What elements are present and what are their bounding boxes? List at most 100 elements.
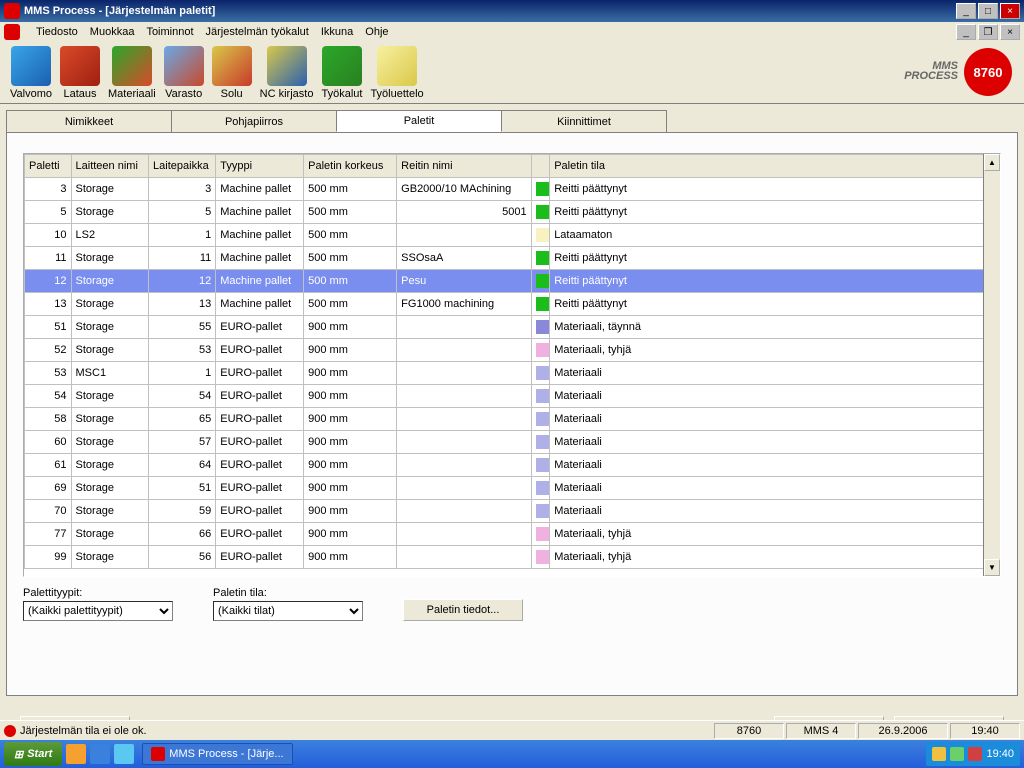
table-cell: 77 (25, 523, 72, 546)
toolbar-lataus[interactable]: Lataus (60, 46, 100, 100)
mdi-minimize-button[interactable]: _ (956, 24, 976, 40)
tab-nimikkeet[interactable]: Nimikkeet (6, 110, 172, 132)
table-row[interactable]: 70Storage59EURO-pallet900 mmMateriaali (25, 500, 1000, 523)
toolbar-valvomo[interactable]: Valvomo (10, 46, 52, 100)
scroll-up-button[interactable]: ▲ (984, 154, 1000, 171)
toolbar-varasto[interactable]: Varasto (164, 46, 204, 100)
taskbar-app-button[interactable]: MMS Process - [Järje... (142, 743, 292, 765)
column-header[interactable]: Tyyppi (216, 155, 304, 178)
table-cell: 5 (149, 201, 216, 224)
table-row[interactable]: 11Storage11Machine pallet500 mmSSOsaARei… (25, 247, 1000, 270)
table-cell: Storage (71, 523, 149, 546)
table-cell (397, 477, 531, 500)
table-row[interactable]: 13Storage13Machine pallet500 mmFG1000 ma… (25, 293, 1000, 316)
quicklaunch-icon[interactable] (114, 744, 134, 764)
menu-window[interactable]: Ikkuna (321, 26, 353, 38)
table-cell: 99 (25, 546, 72, 569)
table-row[interactable]: 54Storage54EURO-pallet900 mmMateriaali (25, 385, 1000, 408)
table-cell: 53 (25, 362, 72, 385)
table-cell: Materiaali (550, 385, 1000, 408)
table-row[interactable]: 61Storage64EURO-pallet900 mmMateriaali (25, 454, 1000, 477)
tray-icon[interactable] (950, 747, 964, 761)
toolbar-nc kirjasto[interactable]: NC kirjasto (260, 46, 314, 100)
toolbar-icon (377, 46, 417, 86)
toolbar-työkalut[interactable]: Työkalut (321, 46, 362, 100)
mdi-close-button[interactable]: × (1000, 24, 1020, 40)
table-cell: 900 mm (304, 523, 397, 546)
table-cell: 51 (25, 316, 72, 339)
toolbar-label: Työluettelo (370, 88, 423, 100)
table-row[interactable]: 53MSC11EURO-pallet900 mmMateriaali (25, 362, 1000, 385)
table-cell: 900 mm (304, 431, 397, 454)
table-cell: Storage (71, 408, 149, 431)
table-cell: Materiaali (550, 408, 1000, 431)
table-cell: Reitti päättynyt (550, 201, 1000, 224)
table-cell: 56 (149, 546, 216, 569)
toolbar-label: Lataus (63, 88, 96, 100)
column-header[interactable]: Paletti (25, 155, 72, 178)
tab-paletit[interactable]: Paletit (336, 110, 502, 132)
window-title: MMS Process - [Järjestelmän paletit] (24, 5, 956, 17)
vertical-scrollbar[interactable]: ▲ ▼ (983, 154, 1000, 576)
close-button[interactable]: × (1000, 3, 1020, 19)
column-header[interactable]: Paletin korkeus (304, 155, 397, 178)
status-color-swatch (536, 389, 550, 403)
toolbar-materiaali[interactable]: Materiaali (108, 46, 156, 100)
tab-pohjapiirros[interactable]: Pohjapiirros (171, 110, 337, 132)
table-cell: Storage (71, 454, 149, 477)
table-row[interactable]: 52Storage53EURO-pallet900 mmMateriaali, … (25, 339, 1000, 362)
maximize-button[interactable]: □ (978, 3, 998, 19)
pallet-type-select[interactable]: (Kaikki palettityypit) (23, 601, 173, 621)
column-header[interactable]: Laitteen nimi (71, 155, 149, 178)
brand-line2: PROCESS (904, 72, 958, 82)
table-cell: 13 (25, 293, 72, 316)
status-color-swatch (536, 274, 550, 288)
table-cell: Machine pallet (216, 178, 304, 201)
pallet-state-select[interactable]: (Kaikki tilat) (213, 601, 363, 621)
table-row[interactable]: 77Storage66EURO-pallet900 mmMateriaali, … (25, 523, 1000, 546)
toolbar-label: Solu (221, 88, 243, 100)
table-cell: EURO-pallet (216, 316, 304, 339)
menu-actions[interactable]: Toiminnot (146, 26, 193, 38)
toolbar-solu[interactable]: Solu (212, 46, 252, 100)
table-row[interactable]: 51Storage55EURO-pallet900 mmMateriaali, … (25, 316, 1000, 339)
table-cell: Materiaali (550, 431, 1000, 454)
table-row[interactable]: 69Storage51EURO-pallet900 mmMateriaali (25, 477, 1000, 500)
table-cell: 500 mm (304, 201, 397, 224)
table-row[interactable]: 10LS21Machine pallet500 mmLataamaton (25, 224, 1000, 247)
table-cell: Storage (71, 431, 149, 454)
tray-icon[interactable] (932, 747, 946, 761)
table-row[interactable]: 58Storage65EURO-pallet900 mmMateriaali (25, 408, 1000, 431)
start-button[interactable]: ⊞Start (4, 742, 62, 766)
table-row[interactable]: 5Storage5Machine pallet500 mm5001Reitti … (25, 201, 1000, 224)
quicklaunch-icon[interactable] (66, 744, 86, 764)
mdi-restore-button[interactable]: ❐ (978, 24, 998, 40)
table-cell: 1 (149, 224, 216, 247)
table-row[interactable]: 12Storage12Machine pallet500 mmPesuReitt… (25, 270, 1000, 293)
menu-help[interactable]: Ohje (365, 26, 388, 38)
scroll-down-button[interactable]: ▼ (984, 559, 1000, 576)
quicklaunch-icon[interactable] (90, 744, 110, 764)
minimize-button[interactable]: _ (956, 3, 976, 19)
table-cell (397, 546, 531, 569)
table-cell: Materiaali, tyhjä (550, 523, 1000, 546)
table-row[interactable]: 3Storage3Machine pallet500 mmGB2000/10 M… (25, 178, 1000, 201)
table-cell: Reitti päättynyt (550, 178, 1000, 201)
table-cell: 51 (149, 477, 216, 500)
column-header[interactable] (531, 155, 550, 178)
column-header[interactable]: Laitepaikka (149, 155, 216, 178)
column-header[interactable]: Reitin nimi (397, 155, 531, 178)
tab-kiinnittimet[interactable]: Kiinnittimet (501, 110, 667, 132)
tray-icon[interactable] (968, 747, 982, 761)
pallet-details-button[interactable]: Paletin tiedot... (403, 599, 523, 621)
menu-system-tools[interactable]: Järjestelmän työkalut (206, 26, 309, 38)
table-row[interactable]: 60Storage57EURO-pallet900 mmMateriaali (25, 431, 1000, 454)
toolbar-työluettelo[interactable]: Työluettelo (370, 46, 423, 100)
table-row[interactable]: 99Storage56EURO-pallet900 mmMateriaali, … (25, 546, 1000, 569)
column-header[interactable]: Paletin tila (550, 155, 1000, 178)
table-cell: Machine pallet (216, 270, 304, 293)
table-cell (531, 477, 550, 500)
pallet-table[interactable]: PalettiLaitteen nimiLaitepaikkaTyyppiPal… (23, 153, 1001, 577)
menu-file[interactable]: Tiedosto (36, 26, 78, 38)
menu-edit[interactable]: Muokkaa (90, 26, 135, 38)
